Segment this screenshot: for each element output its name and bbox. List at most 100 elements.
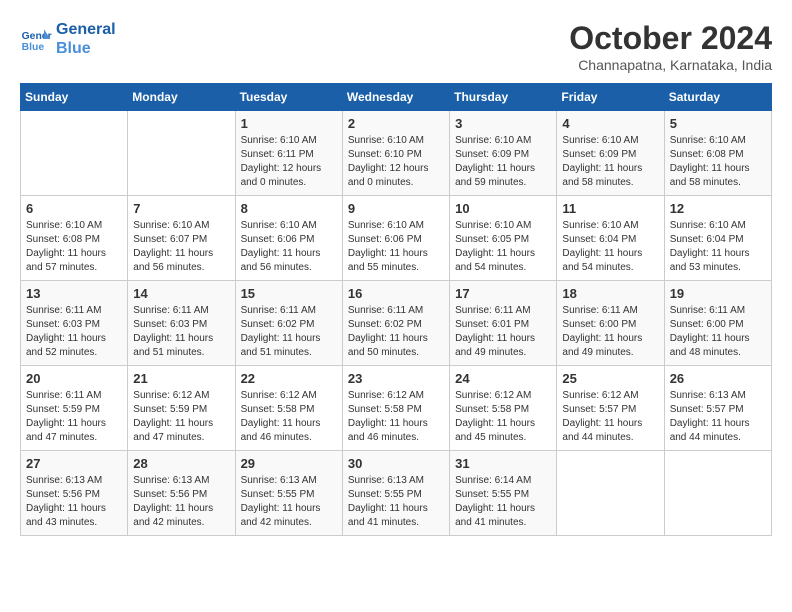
logo-general: General: [56, 20, 116, 39]
day-info: Sunrise: 6:10 AM Sunset: 6:04 PM Dayligh…: [562, 219, 658, 275]
day-info: Sunrise: 6:12 AM Sunset: 5:59 PM Dayligh…: [133, 389, 229, 445]
day-cell: 26 Sunrise: 6:13 AM Sunset: 5:57 PM Dayli…: [664, 366, 771, 451]
month-title: October 2024: [569, 20, 772, 57]
week-row-3: 13Sunrise: 6:11 AM Sunset: 6:03 PM Dayli…: [21, 281, 772, 366]
day-cell: [128, 111, 235, 196]
day-number: 20: [26, 371, 122, 386]
day-cell: 10 Sunrise: 6:10 AM Sunset: 6:05 PM Dayli…: [450, 196, 557, 281]
header-row: SundayMondayTuesdayWednesdayThursdayFrid…: [21, 84, 772, 111]
day-cell: 25Sunrise: 6:12 AM Sunset: 5:57 PM Dayli…: [557, 366, 664, 451]
day-cell: 16 Sunrise: 6:11 AM Sunset: 6:02 PM Dayli…: [342, 281, 449, 366]
day-number: 2: [348, 116, 444, 131]
title-area: October 2024 Channapatna, Karnataka, Ind…: [569, 20, 772, 73]
day-info: Sunrise: 6:12 AM Sunset: 5:58 PM Dayligh…: [241, 389, 337, 445]
day-number: 10: [455, 201, 551, 216]
day-number: 6: [26, 201, 122, 216]
day-cell: 9 Sunrise: 6:10 AM Sunset: 6:06 PM Daylig…: [342, 196, 449, 281]
day-cell: 31 Sunrise: 6:14 AM Sunset: 5:55 PM Dayli…: [450, 451, 557, 536]
day-info: Sunrise: 6:10 AM Sunset: 6:11 PM Dayligh…: [241, 134, 337, 190]
day-info: Sunrise: 6:13 AM Sunset: 5:57 PM Dayligh…: [670, 389, 766, 445]
day-info: Sunrise: 6:13 AM Sunset: 5:55 PM Dayligh…: [241, 474, 337, 530]
day-cell: 12Sunrise: 6:10 AM Sunset: 6:04 PM Dayli…: [664, 196, 771, 281]
day-cell: 14Sunrise: 6:11 AM Sunset: 6:03 PM Dayli…: [128, 281, 235, 366]
day-cell: 15 Sunrise: 6:11 AM Sunset: 6:02 PM Dayli…: [235, 281, 342, 366]
day-cell: 24Sunrise: 6:12 AM Sunset: 5:58 PM Dayli…: [450, 366, 557, 451]
col-header-thursday: Thursday: [450, 84, 557, 111]
week-row-5: 27 Sunrise: 6:13 AM Sunset: 5:56 PM Dayli…: [21, 451, 772, 536]
day-number: 8: [241, 201, 337, 216]
col-header-friday: Friday: [557, 84, 664, 111]
day-info: Sunrise: 6:13 AM Sunset: 5:55 PM Dayligh…: [348, 474, 444, 530]
day-number: 1: [241, 116, 337, 131]
day-number: 7: [133, 201, 229, 216]
day-number: 30: [348, 456, 444, 471]
day-cell: 6Sunrise: 6:10 AM Sunset: 6:08 PM Daylig…: [21, 196, 128, 281]
day-cell: [557, 451, 664, 536]
day-cell: 2 Sunrise: 6:10 AM Sunset: 6:10 PM Daylig…: [342, 111, 449, 196]
day-info: Sunrise: 6:10 AM Sunset: 6:05 PM Dayligh…: [455, 219, 551, 275]
day-info: Sunrise: 6:10 AM Sunset: 6:10 PM Dayligh…: [348, 134, 444, 190]
day-number: 12: [670, 201, 766, 216]
day-number: 26: [670, 371, 766, 386]
svg-text:Blue: Blue: [22, 42, 45, 53]
day-cell: 19 Sunrise: 6:11 AM Sunset: 6:00 PM Dayli…: [664, 281, 771, 366]
day-number: 5: [670, 116, 766, 131]
day-cell: 4 Sunrise: 6:10 AM Sunset: 6:09 PM Daylig…: [557, 111, 664, 196]
day-cell: 27 Sunrise: 6:13 AM Sunset: 5:56 PM Dayli…: [21, 451, 128, 536]
day-number: 15: [241, 286, 337, 301]
day-cell: 17Sunrise: 6:11 AM Sunset: 6:01 PM Dayli…: [450, 281, 557, 366]
day-cell: 22 Sunrise: 6:12 AM Sunset: 5:58 PM Dayli…: [235, 366, 342, 451]
day-cell: 21 Sunrise: 6:12 AM Sunset: 5:59 PM Dayli…: [128, 366, 235, 451]
day-cell: 28Sunrise: 6:13 AM Sunset: 5:56 PM Dayli…: [128, 451, 235, 536]
day-number: 24: [455, 371, 551, 386]
week-row-2: 6Sunrise: 6:10 AM Sunset: 6:08 PM Daylig…: [21, 196, 772, 281]
day-cell: 29Sunrise: 6:13 AM Sunset: 5:55 PM Dayli…: [235, 451, 342, 536]
day-cell: 3Sunrise: 6:10 AM Sunset: 6:09 PM Daylig…: [450, 111, 557, 196]
day-number: 19: [670, 286, 766, 301]
calendar-table: SundayMondayTuesdayWednesdayThursdayFrid…: [20, 83, 772, 536]
day-info: Sunrise: 6:10 AM Sunset: 6:06 PM Dayligh…: [241, 219, 337, 275]
day-info: Sunrise: 6:10 AM Sunset: 6:08 PM Dayligh…: [670, 134, 766, 190]
day-info: Sunrise: 6:10 AM Sunset: 6:07 PM Dayligh…: [133, 219, 229, 275]
day-info: Sunrise: 6:12 AM Sunset: 5:58 PM Dayligh…: [348, 389, 444, 445]
col-header-monday: Monday: [128, 84, 235, 111]
day-number: 16: [348, 286, 444, 301]
day-info: Sunrise: 6:10 AM Sunset: 6:09 PM Dayligh…: [562, 134, 658, 190]
day-number: 21: [133, 371, 229, 386]
location: Channapatna, Karnataka, India: [569, 57, 772, 73]
day-cell: 20Sunrise: 6:11 AM Sunset: 5:59 PM Dayli…: [21, 366, 128, 451]
day-info: Sunrise: 6:11 AM Sunset: 6:02 PM Dayligh…: [348, 304, 444, 360]
day-info: Sunrise: 6:10 AM Sunset: 6:06 PM Dayligh…: [348, 219, 444, 275]
day-cell: 7 Sunrise: 6:10 AM Sunset: 6:07 PM Daylig…: [128, 196, 235, 281]
day-number: 22: [241, 371, 337, 386]
day-number: 11: [562, 201, 658, 216]
day-number: 14: [133, 286, 229, 301]
day-number: 9: [348, 201, 444, 216]
day-cell: 8 Sunrise: 6:10 AM Sunset: 6:06 PM Daylig…: [235, 196, 342, 281]
day-info: Sunrise: 6:11 AM Sunset: 6:00 PM Dayligh…: [670, 304, 766, 360]
day-number: 4: [562, 116, 658, 131]
day-info: Sunrise: 6:11 AM Sunset: 6:01 PM Dayligh…: [455, 304, 551, 360]
week-row-4: 20Sunrise: 6:11 AM Sunset: 5:59 PM Dayli…: [21, 366, 772, 451]
day-info: Sunrise: 6:11 AM Sunset: 6:02 PM Dayligh…: [241, 304, 337, 360]
logo: General Blue General Blue: [20, 20, 116, 58]
day-cell: 11 Sunrise: 6:10 AM Sunset: 6:04 PM Dayli…: [557, 196, 664, 281]
day-number: 28: [133, 456, 229, 471]
page-header: General Blue General Blue October 2024 C…: [20, 20, 772, 73]
day-cell: 18Sunrise: 6:11 AM Sunset: 6:00 PM Dayli…: [557, 281, 664, 366]
day-cell: 13Sunrise: 6:11 AM Sunset: 6:03 PM Dayli…: [21, 281, 128, 366]
day-cell: 23 Sunrise: 6:12 AM Sunset: 5:58 PM Dayli…: [342, 366, 449, 451]
week-row-1: 1 Sunrise: 6:10 AM Sunset: 6:11 PM Daylig…: [21, 111, 772, 196]
col-header-wednesday: Wednesday: [342, 84, 449, 111]
day-info: Sunrise: 6:14 AM Sunset: 5:55 PM Dayligh…: [455, 474, 551, 530]
day-number: 31: [455, 456, 551, 471]
day-number: 18: [562, 286, 658, 301]
col-header-sunday: Sunday: [21, 84, 128, 111]
day-number: 23: [348, 371, 444, 386]
day-info: Sunrise: 6:12 AM Sunset: 5:57 PM Dayligh…: [562, 389, 658, 445]
day-info: Sunrise: 6:10 AM Sunset: 6:09 PM Dayligh…: [455, 134, 551, 190]
day-info: Sunrise: 6:13 AM Sunset: 5:56 PM Dayligh…: [26, 474, 122, 530]
day-cell: [664, 451, 771, 536]
day-number: 27: [26, 456, 122, 471]
day-cell: [21, 111, 128, 196]
